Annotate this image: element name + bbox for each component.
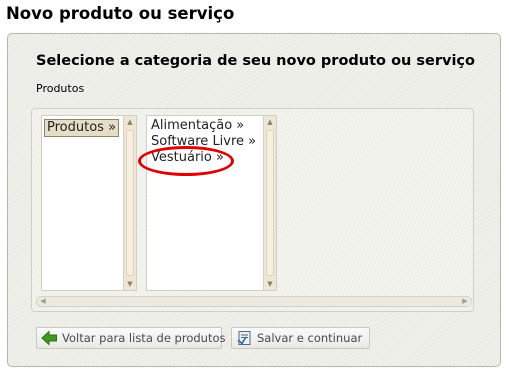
- list-option-alimentacao[interactable]: Alimentação »: [147, 118, 276, 134]
- list-option-vestuario[interactable]: Vestuário »: [147, 150, 276, 166]
- category-list-level-2[interactable]: Alimentação » Software Livre » Vestuário…: [146, 115, 277, 291]
- green-left-arrow-icon: [41, 330, 57, 346]
- scroll-up-arrow-icon[interactable]: ▲: [264, 116, 276, 128]
- scroll-down-arrow-icon[interactable]: ▼: [124, 278, 136, 290]
- save-button-label: Salvar e continuar: [257, 331, 363, 345]
- list-option-produtos[interactable]: Produtos »: [44, 119, 120, 137]
- save-document-icon: [237, 331, 251, 345]
- vertical-scrollbar[interactable]: ▲ ▼: [123, 116, 136, 290]
- scrollbar-track[interactable]: [126, 130, 134, 276]
- scroll-left-arrow-icon[interactable]: ◀: [38, 297, 48, 306]
- scroll-right-arrow-icon[interactable]: ▶: [460, 297, 470, 306]
- back-to-product-list-button[interactable]: Voltar para lista de produtos: [36, 327, 226, 349]
- list-option-software-livre[interactable]: Software Livre »: [147, 134, 276, 150]
- scroll-up-arrow-icon[interactable]: ▲: [124, 116, 136, 128]
- vertical-scrollbar[interactable]: ▲ ▼: [263, 116, 276, 290]
- scrollbar-track[interactable]: [266, 130, 274, 276]
- page-title: Novo produto ou serviço: [6, 4, 235, 23]
- section-title: Selecione a categoria de seu novo produt…: [36, 53, 475, 69]
- back-button-label: Voltar para lista de produtos: [62, 331, 226, 345]
- category-list-level-1[interactable]: Produtos » ▲ ▼: [41, 115, 137, 291]
- breadcrumb[interactable]: Produtos: [36, 82, 84, 95]
- scroll-down-arrow-icon[interactable]: ▼: [264, 278, 276, 290]
- horizontal-scrollbar[interactable]: ◀ ▶: [36, 296, 472, 307]
- save-and-continue-button[interactable]: Salvar e continuar: [231, 327, 370, 349]
